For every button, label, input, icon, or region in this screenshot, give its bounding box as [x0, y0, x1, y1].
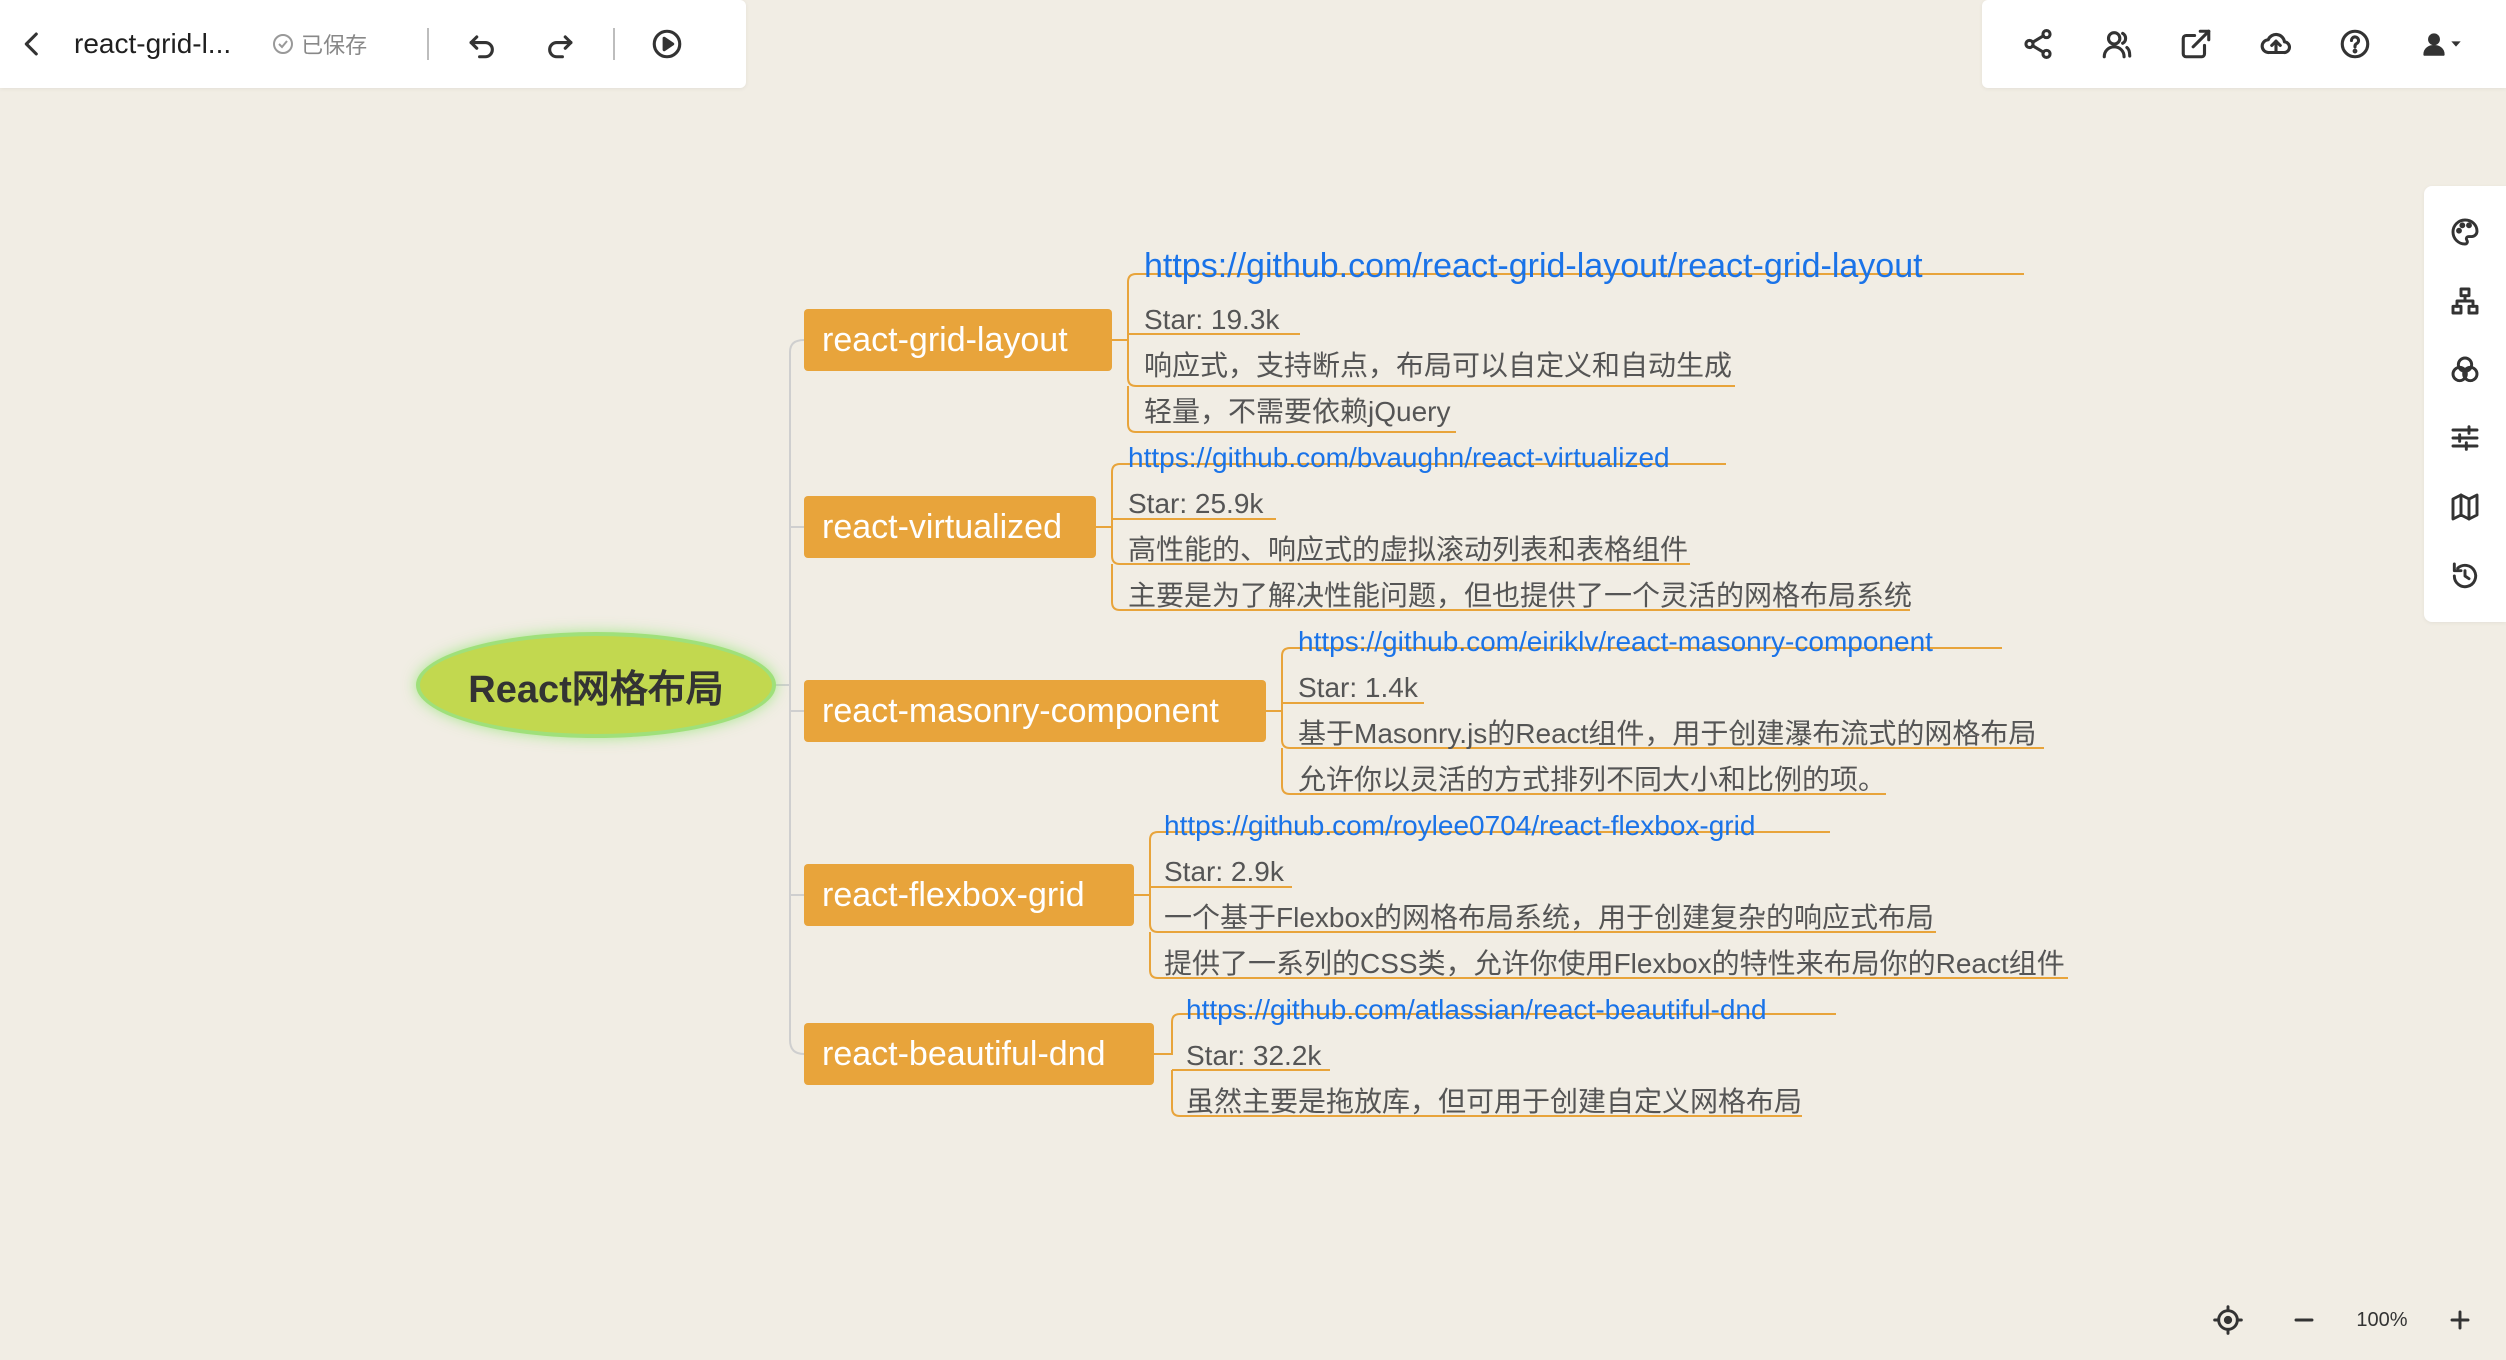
mindmap-canvas[interactable]: React网格布局 react-grid-layout react-virtua… [0, 0, 2506, 1360]
leaf-link[interactable]: https://github.com/react-grid-layout/rea… [1144, 248, 1923, 284]
crosshair-icon [2213, 1305, 2243, 1335]
locate-center-button[interactable] [2200, 1292, 2256, 1348]
leaf-node[interactable]: 虽然主要是拖放库，但可用于创建自定义网格布局 [1186, 1084, 1802, 1120]
leaf-node[interactable]: 高性能的、响应式的虚拟滚动列表和表格组件 [1128, 532, 1688, 568]
leaf-node[interactable]: 提供了一系列的CSS类，允许你使用Flexbox的特性来布局你的React组件 [1164, 946, 2065, 982]
zoom-out-button[interactable] [2276, 1292, 2332, 1348]
leaf-node[interactable]: 轻量，不需要依赖jQuery [1144, 394, 1450, 430]
zoom-controls: 100% [2200, 1290, 2488, 1350]
plus-icon [2450, 1310, 2470, 1330]
leaf-link[interactable]: https://github.com/roylee0704/react-flex… [1164, 808, 1755, 844]
zoom-level: 100% [2356, 1308, 2408, 1331]
branch-node[interactable]: react-masonry-component [804, 680, 1266, 742]
leaf-node[interactable]: 响应式，支持断点，布局可以自定义和自动生成 [1144, 348, 1732, 384]
leaf-link[interactable]: https://github.com/bvaughn/react-virtual… [1128, 440, 1670, 476]
branch-node[interactable]: react-flexbox-grid [804, 864, 1134, 926]
leaf-node[interactable]: Star: 2.9k [1164, 854, 1284, 890]
leaf-node[interactable]: 允许你以灵活的方式排列不同大小和比例的项。 [1298, 762, 1886, 798]
root-node[interactable]: React网格布局 [420, 636, 772, 734]
branch-node[interactable]: react-grid-layout [804, 309, 1112, 371]
leaf-node[interactable]: Star: 32.2k [1186, 1038, 1321, 1074]
branch-node[interactable]: react-virtualized [804, 496, 1096, 558]
leaf-node[interactable]: Star: 19.3k [1144, 302, 1279, 338]
leaf-node[interactable]: 一个基于Flexbox的网格布局系统，用于创建复杂的响应式布局 [1164, 900, 1934, 936]
leaf-link[interactable]: https://github.com/atlassian/react-beaut… [1186, 992, 1767, 1028]
minus-icon [2294, 1318, 2314, 1322]
leaf-node[interactable]: 基于Masonry.js的React组件，用于创建瀑布流式的网格布局 [1298, 716, 2036, 752]
leaf-node[interactable]: 主要是为了解决性能问题，但也提供了一个灵活的网格布局系统 [1128, 578, 1912, 614]
leaf-node[interactable]: Star: 25.9k [1128, 486, 1263, 522]
leaf-node[interactable]: Star: 1.4k [1298, 670, 1418, 706]
zoom-in-button[interactable] [2432, 1292, 2488, 1348]
branch-node[interactable]: react-beautiful-dnd [804, 1023, 1154, 1085]
leaf-link[interactable]: https://github.com/eiriklv/react-masonry… [1298, 624, 1933, 660]
